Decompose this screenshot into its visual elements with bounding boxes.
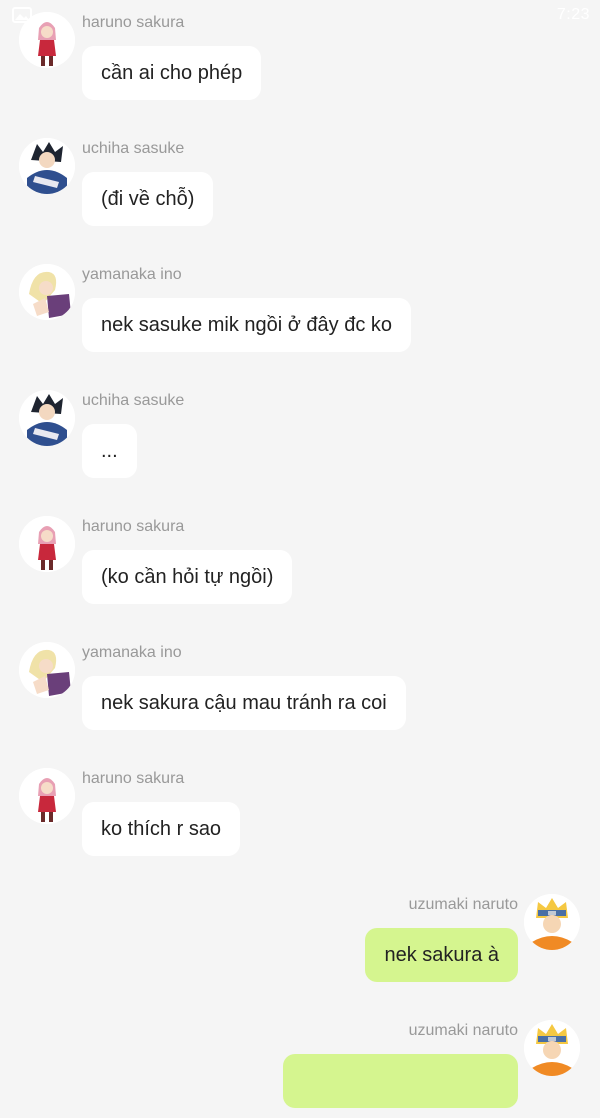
naruto-avatar-icon xyxy=(524,894,580,950)
sender-avatar-sakura[interactable] xyxy=(19,516,75,572)
sender-avatar-naruto[interactable] xyxy=(524,1020,580,1076)
ino-avatar-icon xyxy=(19,264,75,320)
sender-name: haruno sakura xyxy=(82,14,185,31)
message-bubble[interactable]: ko thích r sao xyxy=(82,802,241,856)
message-bubble[interactable] xyxy=(283,1054,518,1108)
sender-name: yamanaka ino xyxy=(82,644,182,661)
sender-avatar-sakura[interactable] xyxy=(19,768,75,824)
sender-avatar-sakura[interactable] xyxy=(19,12,75,68)
message-row: uchiha sasuke ... xyxy=(0,378,600,488)
sender-avatar-sasuke[interactable] xyxy=(19,138,75,194)
message-row: uzumaki naruto xyxy=(0,1008,600,1118)
message-row: haruno sakura ko thích r sao xyxy=(0,756,600,866)
message-bubble[interactable]: (ko cần hỏi tự ngồi) xyxy=(82,550,293,604)
sender-avatar-ino[interactable] xyxy=(19,264,75,320)
sender-name: yamanaka ino xyxy=(82,266,182,283)
sender-avatar-ino[interactable] xyxy=(19,642,75,698)
sakura-avatar-icon xyxy=(19,12,75,68)
message-row: uzumaki naruto nek sakura à xyxy=(0,882,600,992)
message-row: yamanaka ino nek sakura cậu mau tránh ra… xyxy=(0,630,600,740)
sasuke-avatar-icon xyxy=(19,390,75,446)
sender-name: haruno sakura xyxy=(82,518,185,535)
sender-name: uchiha sasuke xyxy=(82,140,185,157)
sakura-avatar-icon xyxy=(19,768,75,824)
ino-avatar-icon xyxy=(19,642,75,698)
message-bubble[interactable]: nek sasuke mik ngồi ở đây đc ko xyxy=(82,298,412,352)
sender-avatar-naruto[interactable] xyxy=(524,894,580,950)
message-row: uchiha sasuke (đi về chỗ) xyxy=(0,126,600,236)
naruto-avatar-icon xyxy=(524,1020,580,1076)
chat-thread[interactable]: haruno sakura cần ai cho phép uchiha sas… xyxy=(0,0,600,1108)
message-bubble[interactable]: (đi về chỗ) xyxy=(82,172,214,226)
sender-name: uchiha sasuke xyxy=(82,392,185,409)
message-bubble[interactable]: nek sakura à xyxy=(365,928,518,982)
message-row: yamanaka ino nek sasuke mik ngồi ở đây đ… xyxy=(0,252,600,362)
message-bubble[interactable]: nek sakura cậu mau tránh ra coi xyxy=(82,676,406,730)
sender-avatar-sasuke[interactable] xyxy=(19,390,75,446)
sender-name: haruno sakura xyxy=(82,770,185,787)
sasuke-avatar-icon xyxy=(19,138,75,194)
message-bubble[interactable]: ... xyxy=(82,424,137,478)
message-row: haruno sakura (ko cần hỏi tự ngồi) xyxy=(0,504,600,614)
sender-name: uzumaki naruto xyxy=(408,896,518,913)
sender-name: uzumaki naruto xyxy=(408,1022,518,1039)
sakura-avatar-icon xyxy=(19,516,75,572)
message-bubble[interactable]: cần ai cho phép xyxy=(82,46,262,100)
message-row: haruno sakura cần ai cho phép xyxy=(0,0,600,110)
